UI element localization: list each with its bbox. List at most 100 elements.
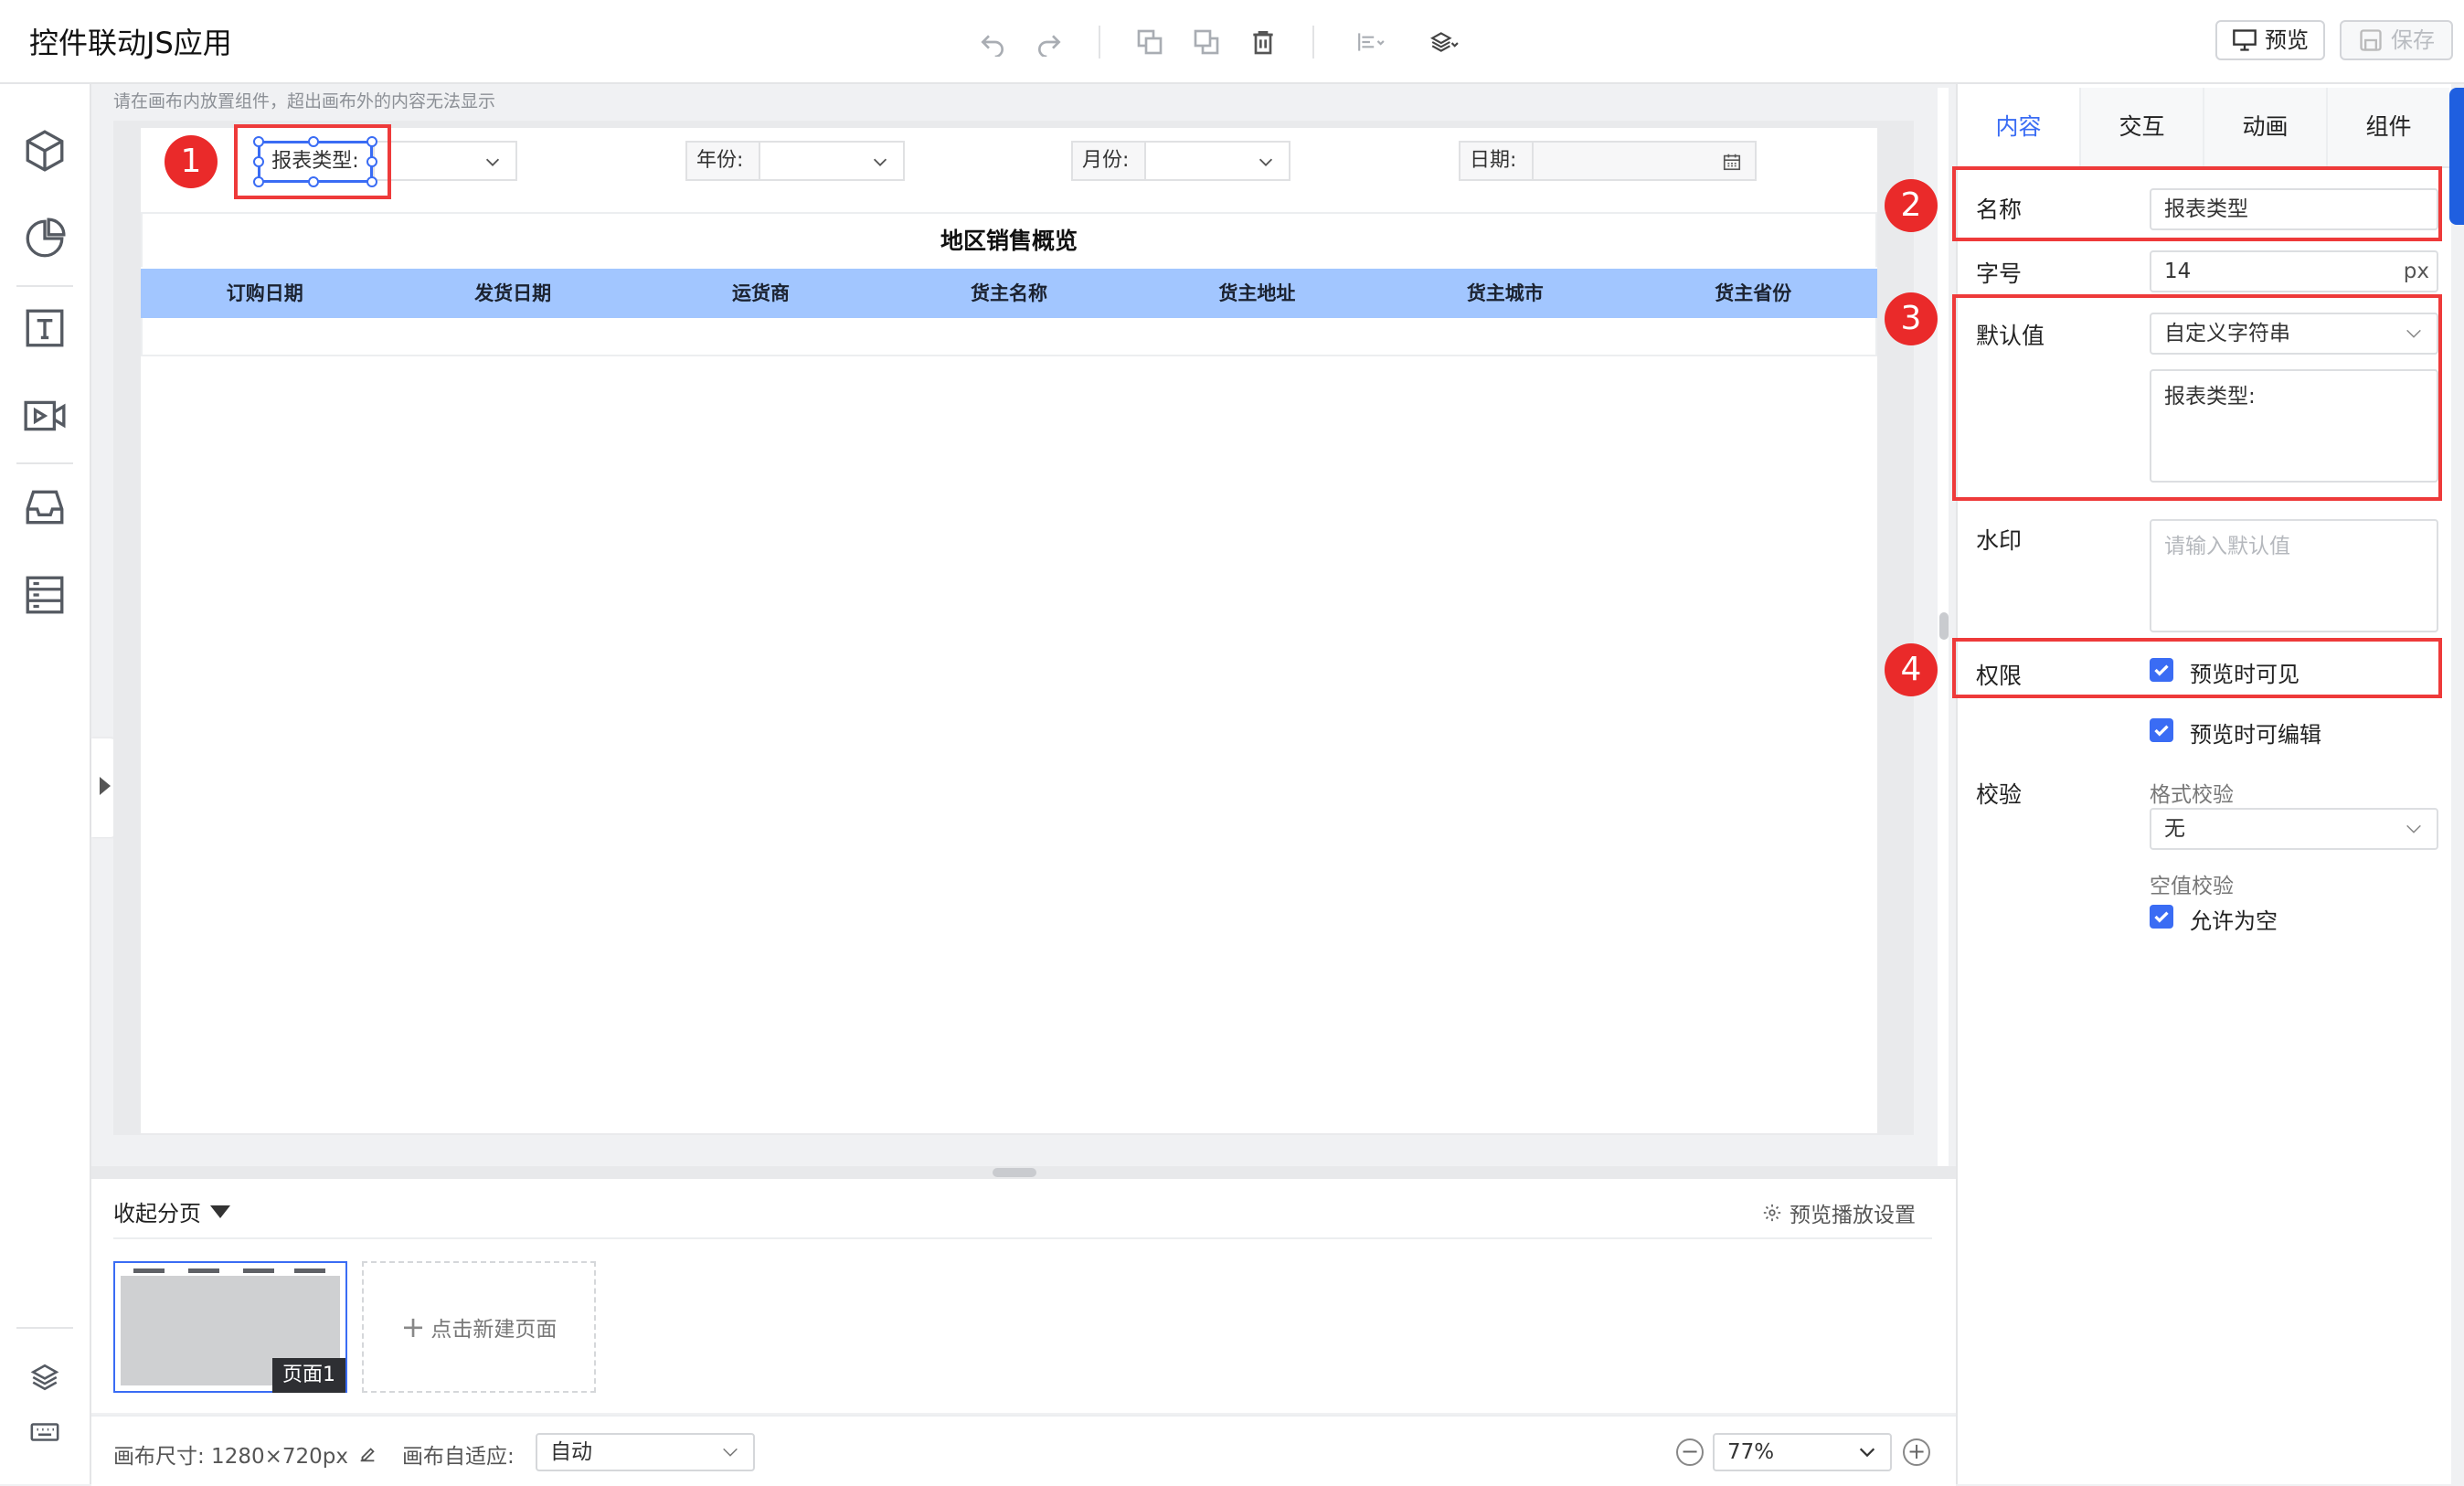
caret-down-icon	[210, 1205, 230, 1218]
zoom-value: 77%	[1727, 1440, 1775, 1464]
pages-divider	[113, 1237, 1932, 1239]
pie-chart-icon[interactable]	[22, 216, 69, 263]
list-panel-icon[interactable]	[22, 572, 69, 620]
year-select[interactable]	[759, 141, 905, 181]
send-backward-icon[interactable]	[1188, 24, 1225, 60]
rail-divider	[16, 462, 73, 464]
save-label: 保存	[2391, 27, 2435, 53]
watermark-textarea[interactable]: 请输入默认值	[2150, 519, 2438, 632]
editable-checkbox[interactable]	[2150, 718, 2173, 742]
layers-menu-icon[interactable]	[1420, 24, 1468, 60]
left-rail	[0, 84, 91, 1484]
allow-empty-checkbox[interactable]	[2150, 905, 2173, 929]
step-badge-4: 4	[1885, 643, 1938, 696]
adapt-label: 画布自适应:	[402, 1445, 515, 1469]
table-title: 地区销售概览	[141, 212, 1877, 267]
table-body	[141, 318, 1877, 356]
inbox-icon[interactable]	[22, 484, 69, 532]
zoom-out-button[interactable]: −	[1676, 1438, 1704, 1466]
align-icon[interactable]	[1349, 24, 1393, 60]
splitter-grip[interactable]	[993, 1168, 1036, 1177]
adapt-select[interactable]: 自动	[536, 1433, 755, 1471]
toolbar-divider	[1099, 26, 1100, 58]
format-check-label: 格式校验	[2150, 783, 2234, 807]
font-size-input[interactable]: 14 px	[2150, 250, 2438, 292]
font-size-unit: px	[2403, 260, 2429, 283]
text-icon[interactable]	[22, 305, 69, 353]
new-page-label: 点击新建页面	[430, 1318, 558, 1342]
year-label: 年份:	[685, 141, 760, 181]
highlight-box-2	[1952, 166, 2442, 241]
gear-icon	[1763, 1204, 1781, 1222]
tab-content[interactable]: 内容	[1958, 88, 2081, 166]
chevron-down-icon	[485, 158, 500, 166]
zoom-in-button[interactable]: +	[1903, 1438, 1930, 1466]
chevron-down-icon	[2406, 824, 2421, 833]
zoom-select[interactable]: 77%	[1713, 1433, 1892, 1471]
column-header: 货主城市	[1466, 282, 1544, 304]
layers-icon[interactable]	[29, 1362, 62, 1395]
format-check-select[interactable]: 无	[2150, 808, 2438, 850]
chevron-down-icon	[873, 158, 887, 166]
caret-right-icon	[100, 777, 111, 795]
step-badge-2: 2	[1885, 179, 1938, 232]
canvas-hint: 请在画布内放置组件，超出画布外的内容无法显示	[113, 91, 496, 111]
step-badge-1: 1	[165, 135, 218, 188]
month-label: 月份:	[1071, 141, 1146, 181]
format-check-value: 无	[2164, 817, 2185, 841]
column-header: 运货商	[732, 282, 791, 304]
font-size-label: 字号	[1976, 260, 2023, 287]
redo-icon[interactable]	[1031, 24, 1067, 60]
app-title: 控件联动JS应用	[29, 26, 232, 60]
tab-component[interactable]: 组件	[2328, 88, 2449, 166]
cube-icon[interactable]	[22, 128, 69, 175]
panel-edge-tab[interactable]	[2449, 88, 2464, 225]
save-button[interactable]: 保存	[2340, 20, 2453, 60]
collapse-pages-toggle[interactable]: 收起分页	[113, 1195, 230, 1227]
tab-interaction[interactable]: 交互	[2081, 88, 2204, 166]
plus-icon: +	[400, 1310, 426, 1344]
column-header: 订购日期	[226, 282, 303, 304]
keyboard-icon[interactable]	[29, 1417, 62, 1449]
rail-divider	[16, 285, 73, 287]
check-icon	[2154, 725, 2169, 737]
calendar-icon	[1723, 154, 1741, 171]
column-header: 货主省份	[1715, 282, 1792, 304]
highlight-box-4	[1952, 638, 2442, 698]
preview-settings-button[interactable]: 预览播放设置	[1762, 1197, 1916, 1228]
delete-icon[interactable]	[1245, 24, 1281, 60]
undo-icon[interactable]	[974, 24, 1011, 60]
edit-icon[interactable]	[357, 1444, 377, 1464]
thumbnail-bar	[243, 1268, 274, 1273]
allow-empty-label: 允许为空	[2190, 908, 2278, 934]
chevron-down-icon	[723, 1448, 738, 1457]
chevron-down-icon	[1259, 158, 1273, 166]
tab-animation[interactable]: 动画	[2204, 88, 2328, 166]
highlight-box-1	[234, 124, 391, 199]
preview-label: 预览	[2265, 27, 2309, 53]
bring-forward-icon[interactable]	[1131, 24, 1168, 60]
adapt-value: 自动	[550, 1440, 592, 1464]
canvas-scrollbar-thumb[interactable]	[1939, 612, 1949, 640]
table-header: 订购日期 发货日期 运货商 货主名称 货主地址 货主城市 货主省份	[141, 269, 1877, 318]
report-type-select[interactable]	[373, 141, 517, 181]
thumbnail-bar	[294, 1268, 325, 1273]
chevron-down-icon	[1859, 1448, 1875, 1458]
new-page-button[interactable]: + 点击新建页面	[362, 1261, 596, 1393]
preview-settings-label: 预览播放设置	[1790, 1204, 1916, 1227]
font-size-value: 14	[2164, 260, 2192, 283]
canvas-size-label: 画布尺寸: 1280×720px	[113, 1445, 348, 1469]
date-picker[interactable]	[1532, 141, 1757, 181]
column-header: 发货日期	[474, 282, 552, 304]
editable-label: 预览时可编辑	[2190, 722, 2321, 748]
column-header: 货主地址	[1218, 282, 1296, 304]
preview-button[interactable]: 预览	[2215, 20, 2325, 60]
month-select[interactable]	[1144, 141, 1290, 181]
validation-label: 校验	[1976, 781, 2023, 808]
video-icon[interactable]	[22, 393, 69, 440]
thumbnail-bar	[188, 1268, 219, 1273]
rail-divider	[16, 1327, 73, 1329]
collapse-pages-label: 收起分页	[113, 1201, 201, 1226]
page-label: 页面1	[272, 1358, 345, 1393]
column-header: 货主名称	[970, 282, 1047, 304]
